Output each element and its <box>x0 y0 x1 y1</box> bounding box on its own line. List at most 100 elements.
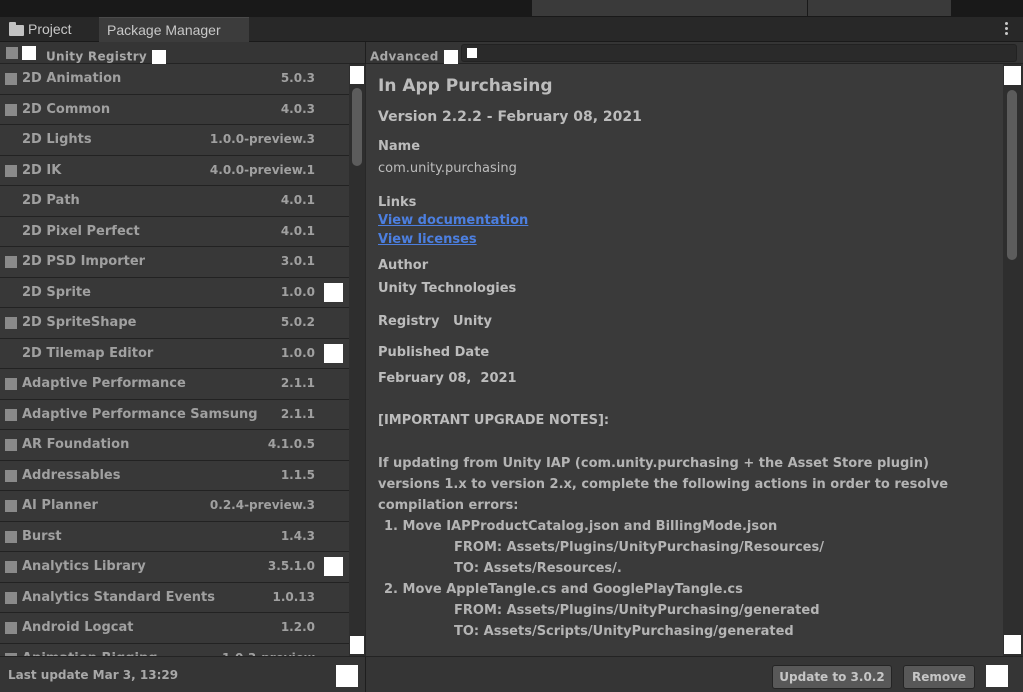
toolbar-right: Advanced <box>365 42 1023 64</box>
package-status-icon <box>5 73 17 85</box>
package-name: 2D Animation <box>22 71 122 86</box>
view-licenses-link[interactable]: View licenses <box>378 232 993 258</box>
package-list-item[interactable]: Adaptive Performance 2.1.1 <box>0 369 349 400</box>
author-heading: Author <box>378 258 429 273</box>
package-version: 1.1.5 <box>280 467 315 482</box>
editor-top-strip <box>0 0 1023 17</box>
package-version: 4.0.3 <box>280 101 315 116</box>
package-name: Adaptive Performance Samsung <box>22 406 258 422</box>
package-version: 4.1.0.5 <box>267 437 315 451</box>
package-list-item[interactable]: Adaptive Performance Samsung 2.1.1 <box>0 399 349 430</box>
tab-project[interactable]: Project <box>6 17 99 42</box>
package-list-item[interactable]: 2D Tilemap Editor 1.0.0 <box>0 338 349 369</box>
update-button[interactable]: Update to 3.0.2 <box>772 665 892 689</box>
package-list-item[interactable]: 2D Pixel Perfect 4.0.1 <box>0 216 349 247</box>
package-title: In App Purchasing <box>378 76 553 96</box>
add-dropdown-icon[interactable] <box>22 46 36 60</box>
tab-package-manager[interactable]: Package Manager <box>99 17 249 42</box>
search-field[interactable] <box>461 44 1017 62</box>
package-list-item[interactable]: 2D Sprite 1.0.0 <box>0 277 349 308</box>
package-list-item[interactable]: 2D Common 4.0.3 <box>0 94 349 125</box>
scrollbar-thumb[interactable] <box>352 88 362 166</box>
update-available-icon <box>324 557 343 576</box>
package-list-item[interactable]: Burst 1.4.3 <box>0 521 349 552</box>
package-version: 2.1.1 <box>280 376 315 390</box>
package-list-item[interactable]: 2D PSD Importer 3.0.1 <box>0 247 349 278</box>
package-list-item[interactable]: Animation Rigging1.0.3-preview <box>0 643 349 656</box>
scroll-up-icon[interactable] <box>1004 66 1021 85</box>
package-name: Burst <box>22 528 62 544</box>
package-status-icon <box>5 408 17 421</box>
package-list-item[interactable]: 2D IK 4.0.0-preview.1 <box>0 155 349 186</box>
status-bar: Last update Mar 3, 13:29 Update to 3.0.2… <box>0 656 1023 692</box>
description-line: compilation errors: <box>378 498 519 513</box>
package-list-item[interactable]: 2D Lights 1.0.0-preview.3 <box>0 125 349 156</box>
tab-package-manager-label: Package Manager <box>107 22 221 38</box>
package-name: 2D Tilemap Editor <box>22 345 154 361</box>
package-version: 1.0.13 <box>272 589 315 604</box>
package-list-item[interactable]: AI Planner 0.2.4-preview.3 <box>0 491 349 522</box>
scope-dropdown[interactable]: Unity Registry <box>46 46 167 65</box>
description-line: If updating from Unity IAP (com.unity.pu… <box>378 456 929 471</box>
package-list-item[interactable]: Analytics Library 3.5.1.0 <box>0 552 349 583</box>
package-list-item[interactable]: Android Logcat 1.2.0 <box>0 613 349 644</box>
scroll-up-icon[interactable] <box>350 66 364 84</box>
package-id: com.unity.purchasing <box>378 161 517 176</box>
scroll-down-icon[interactable] <box>1004 635 1021 654</box>
scrollbar-thumb[interactable] <box>1007 90 1017 260</box>
package-status-icon <box>5 256 17 268</box>
package-name: Adaptive Performance <box>22 376 186 391</box>
package-name: 2D Pixel Perfect <box>22 223 140 239</box>
package-name: 2D SpriteShape <box>22 315 137 330</box>
advanced-dropdown[interactable]: Advanced <box>370 46 458 65</box>
package-name: 2D PSD Importer <box>22 254 146 269</box>
description-line: TO: Assets/Resources/. <box>454 561 622 576</box>
add-package-icon[interactable] <box>6 47 18 59</box>
package-version: 2.1.1 <box>280 406 315 421</box>
package-list-item[interactable]: Analytics Standard Events 1.0.13 <box>0 582 349 613</box>
chevron-down-icon <box>152 49 167 64</box>
search-input[interactable] <box>480 45 1000 61</box>
refresh-icon[interactable] <box>336 665 358 687</box>
package-list-item[interactable]: 2D Animation 5.0.3 <box>0 64 349 95</box>
divider <box>365 657 366 692</box>
published-date: February 08, 2021 <box>378 371 517 386</box>
description-line: versions 1.x to version 2.x, complete th… <box>378 477 949 492</box>
package-name: 2D Lights <box>22 132 92 147</box>
package-version: 4.0.1 <box>280 193 315 207</box>
folder-icon <box>9 22 24 36</box>
package-version: 1.0.0-preview.3 <box>209 132 315 146</box>
remove-button[interactable]: Remove <box>903 665 975 689</box>
package-name: 2D Common <box>22 101 111 117</box>
package-list-item[interactable]: 2D SpriteShape 5.0.2 <box>0 308 349 339</box>
registry-line: Registry Unity <box>378 314 492 329</box>
package-version-line: Version 2.2.2 - February 08, 2021 <box>378 109 642 125</box>
package-name: Android Logcat <box>22 620 134 635</box>
package-list-scrollbar[interactable] <box>349 64 365 656</box>
package-list-item[interactable]: 2D Path 4.0.1 <box>0 186 349 217</box>
package-status-icon <box>5 561 17 573</box>
scroll-down-icon[interactable] <box>350 636 364 654</box>
package-version: 1.4.3 <box>280 528 315 543</box>
package-status-icon <box>5 530 17 543</box>
package-status-icon <box>5 103 17 116</box>
package-version: 4.0.1 <box>280 223 315 238</box>
description-line: FROM: Assets/Plugins/UnityPurchasing/Res… <box>454 540 824 555</box>
package-version: 3.5.1.0 <box>267 559 315 573</box>
package-status-icon <box>5 317 17 329</box>
more-actions-icon[interactable] <box>986 665 1008 687</box>
package-list-item[interactable]: AR Foundation 4.1.0.5 <box>0 430 349 461</box>
links-heading: Links <box>378 195 417 210</box>
name-heading: Name <box>378 139 421 154</box>
more-options-icon[interactable] <box>1005 22 1009 36</box>
view-documentation-link[interactable]: View documentation <box>378 213 993 232</box>
package-version: 1.2.0 <box>280 620 315 634</box>
package-version: 4.0.0-preview.1 <box>209 162 315 177</box>
package-status-icon <box>5 164 17 177</box>
package-status-icon <box>5 439 17 451</box>
chevron-down-icon <box>443 49 458 64</box>
package-version: 5.0.2 <box>280 315 315 329</box>
package-version: 0.2.4-preview.3 <box>209 498 315 512</box>
detail-scrollbar[interactable] <box>1003 64 1023 656</box>
package-list-item[interactable]: Addressables 1.1.5 <box>0 460 349 491</box>
